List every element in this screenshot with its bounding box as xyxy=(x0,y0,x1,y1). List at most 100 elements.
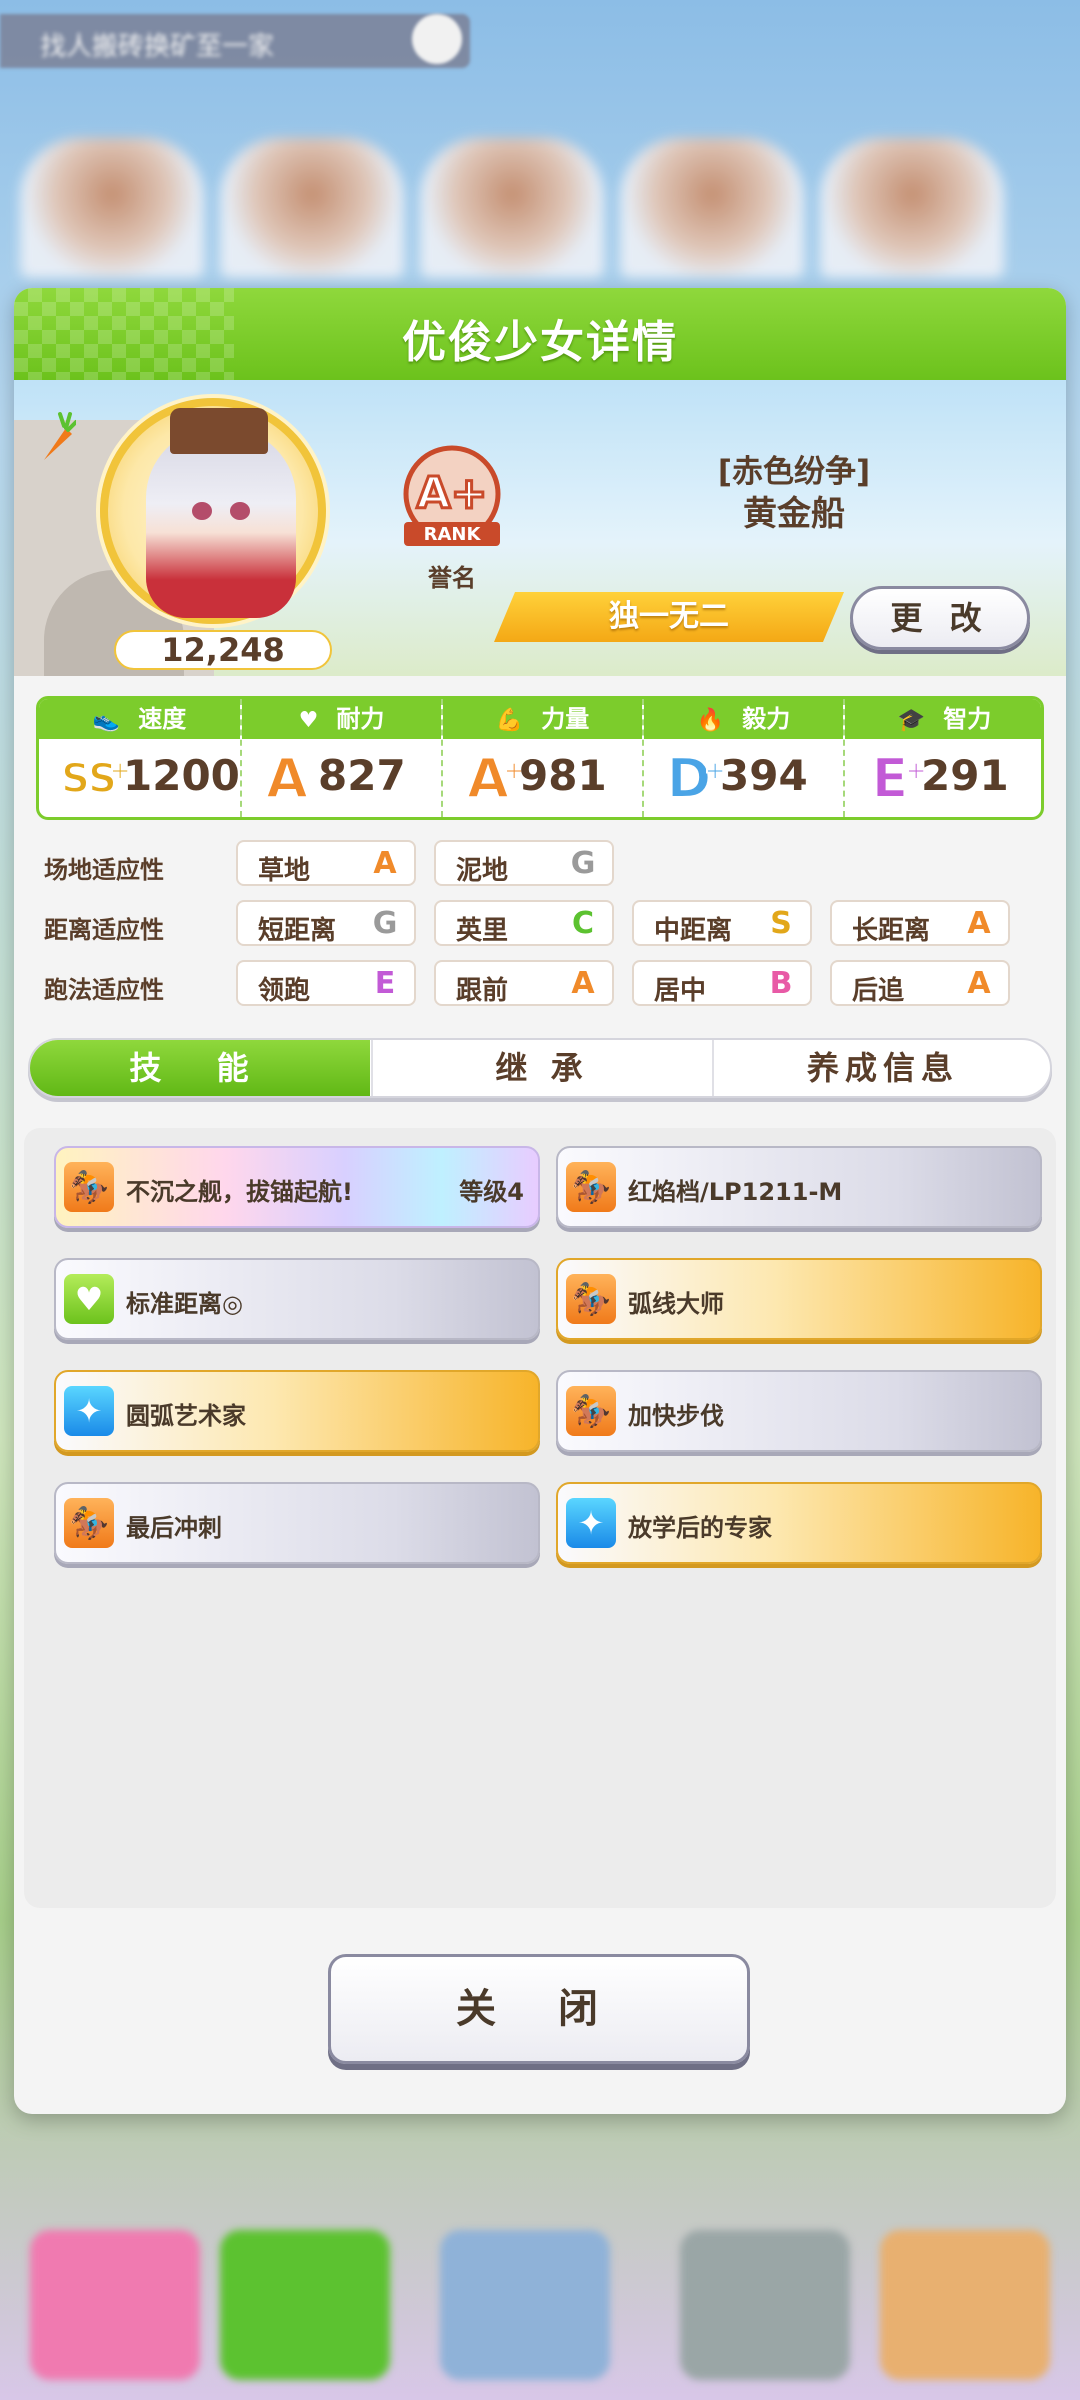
svg-text:RANK: RANK xyxy=(424,524,482,545)
aptitude-grade: G xyxy=(570,846,596,881)
aptitude-name: 英里 xyxy=(456,916,509,946)
sparkle-icon: ✦ xyxy=(64,1386,114,1436)
aptitude-cell: 短距离 G xyxy=(236,900,416,946)
aptitude-name: 短距离 xyxy=(258,916,337,946)
background-bottom-nav xyxy=(0,2210,1080,2400)
aptitude-grade: A xyxy=(373,846,397,881)
running-horse-icon: 🏇 xyxy=(566,1386,616,1436)
tab-1[interactable]: 继 承 xyxy=(371,1040,711,1096)
background-card xyxy=(820,138,1004,278)
running-horse-icon: 🏇 xyxy=(64,1498,114,1548)
background-nav-tile xyxy=(880,2230,1050,2380)
skill-name: 标准距离◎ xyxy=(126,1290,243,1318)
stat-header: 🎓 智力 xyxy=(845,699,1041,739)
rank-label: 誉名 xyxy=(428,564,476,592)
stat-2: 💪 力量 A +981 xyxy=(441,699,642,817)
unique-badge: 独一无二 xyxy=(494,592,844,642)
aptitude-label: 跑法适应性 xyxy=(44,976,164,1004)
skill-item[interactable]: 🏇 加快步伐 xyxy=(556,1370,1042,1452)
character-portrait[interactable] xyxy=(100,398,326,624)
heart-icon: ♥ xyxy=(64,1274,114,1324)
skill-item[interactable]: 🏇 不沉之舰，拔锚起航! 等级4 xyxy=(54,1146,540,1228)
stat-0: 👟 速度 SS +1200 xyxy=(39,699,240,817)
stat-3: 🔥 毅力 D +394 xyxy=(642,699,843,817)
skill-name: 加快步伐 xyxy=(628,1402,724,1430)
aptitude-name: 泥地 xyxy=(456,856,509,886)
stat-1: ♥ 耐力 A 827 xyxy=(240,699,441,817)
skill-item[interactable]: 🏇 最后冲刺 xyxy=(54,1482,540,1564)
stat-header: 🔥 毅力 xyxy=(644,699,843,739)
stat-label: 力量 xyxy=(541,705,590,733)
stat-grade-letter: A xyxy=(265,746,309,811)
aptitude-name: 草地 xyxy=(258,856,311,886)
tab-0[interactable]: 技 能 xyxy=(30,1040,370,1096)
flame-icon: 🔥 xyxy=(696,708,725,733)
svg-text:A+: A+ xyxy=(417,468,488,519)
skill-item[interactable]: ✦ 圆弧艺术家 xyxy=(54,1370,540,1452)
character-epithet: [赤色纷争] xyxy=(717,454,871,490)
character-face xyxy=(146,428,296,618)
graduation-cap-icon: 🎓 xyxy=(897,708,926,733)
skill-name: 圆弧艺术家 xyxy=(126,1402,246,1430)
aptitude-grade: A xyxy=(967,906,991,941)
aptitude-row: 跑法适应性 领跑 E 跟前 A 居中 B 后追 A xyxy=(14,960,1066,1008)
character-hat xyxy=(170,408,268,454)
skill-name: 红焰档/LP1211-M xyxy=(628,1178,843,1206)
aptitude-grade: G xyxy=(372,906,398,941)
stat-grade-letter: E xyxy=(871,746,910,811)
stat-4: 🎓 智力 E +291 xyxy=(843,699,1041,817)
skill-name: 最后冲刺 xyxy=(126,1514,222,1542)
aptitude-label: 场地适应性 xyxy=(44,856,164,884)
stat-grade: A xyxy=(252,746,322,811)
skill-item[interactable]: ♥ 标准距离◎ xyxy=(54,1258,540,1340)
stat-value: 1200 xyxy=(123,751,240,800)
character-eye xyxy=(192,502,212,520)
stat-value: 394 xyxy=(720,751,808,800)
close-button[interactable]: 关 闭 xyxy=(328,1954,750,2064)
horse-girl-detail-dialog: 优俊少女详情 12,248 A+ RANK 誉名 [赤色纷争] 黄金船 独一无二… xyxy=(14,288,1066,2114)
stat-label: 速度 xyxy=(138,705,187,733)
aptitude-cell: 跟前 A xyxy=(434,960,614,1006)
aptitude-cell: 领跑 E xyxy=(236,960,416,1006)
skill-item[interactable]: 🏇 弧线大师 xyxy=(556,1258,1042,1340)
tab-2[interactable]: 养成信息 xyxy=(712,1040,1050,1096)
skill-item[interactable]: 🏇 红焰档/LP1211-M xyxy=(556,1146,1042,1228)
aptitude-name: 中距离 xyxy=(654,916,733,946)
stats-panel: 👟 速度 SS +1200 ♥ 耐力 A 827 💪 力量 A +981 🔥 毅力 D +394 🎓 智力 E +29… xyxy=(36,696,1044,820)
background-nav-tile xyxy=(30,2230,200,2380)
stat-header: ♥ 耐力 xyxy=(242,699,441,739)
aptitude-name: 跟前 xyxy=(456,976,509,1006)
skills-panel: 🏇 不沉之舰，拔锚起航! 等级4 🏇 红焰档/LP1211-M ♥ 标准距离◎ 🏇 弧线大师 ✦ 圆… xyxy=(24,1128,1056,1908)
stat-value: 827 xyxy=(318,751,406,800)
stat-header: 💪 力量 xyxy=(443,699,642,739)
dialog-title: 优俊少女详情 xyxy=(402,317,678,368)
aptitude-cell: 中距离 S xyxy=(632,900,812,946)
aptitude-row: 距离适应性 短距离 G 英里 C 中距离 S 长距离 A xyxy=(14,900,1066,948)
stat-grade: E + xyxy=(855,746,928,811)
character-eye xyxy=(230,502,250,520)
aptitude-name: 居中 xyxy=(654,976,707,1006)
skill-name: 弧线大师 xyxy=(628,1290,724,1318)
background-nav-tile xyxy=(680,2230,850,2380)
background-card xyxy=(420,138,604,278)
stat-value: 291 xyxy=(921,751,1009,800)
detail-tabs: 技 能继 承养成信息 xyxy=(28,1038,1052,1098)
character-hero: 12,248 A+ RANK 誉名 [赤色纷争] 黄金船 独一无二 更 改 xyxy=(14,380,1066,676)
stat-header: 👟 速度 xyxy=(39,699,240,739)
dialog-header: 优俊少女详情 xyxy=(14,288,1066,380)
heart-icon: ♥ xyxy=(298,708,319,733)
stat-value: 981 xyxy=(519,751,607,800)
background-card xyxy=(220,138,404,278)
muscle-icon: 💪 xyxy=(495,708,524,733)
shoe-icon: 👟 xyxy=(92,708,121,733)
background-character-cards xyxy=(10,138,1070,288)
skill-item[interactable]: ✦ 放学后的专家 xyxy=(556,1482,1042,1564)
stat-label: 耐力 xyxy=(336,705,385,733)
rank-badge-icon: A+ RANK xyxy=(403,445,501,546)
change-button[interactable]: 更 改 xyxy=(850,586,1030,650)
aptitude-name: 长距离 xyxy=(852,916,931,946)
sparkle-icon: ✦ xyxy=(566,1498,616,1548)
aptitude-grade: S xyxy=(770,906,792,941)
running-horse-icon: 🏇 xyxy=(566,1162,616,1212)
aptitude-row: 场地适应性 草地 A 泥地 G xyxy=(14,840,1066,888)
